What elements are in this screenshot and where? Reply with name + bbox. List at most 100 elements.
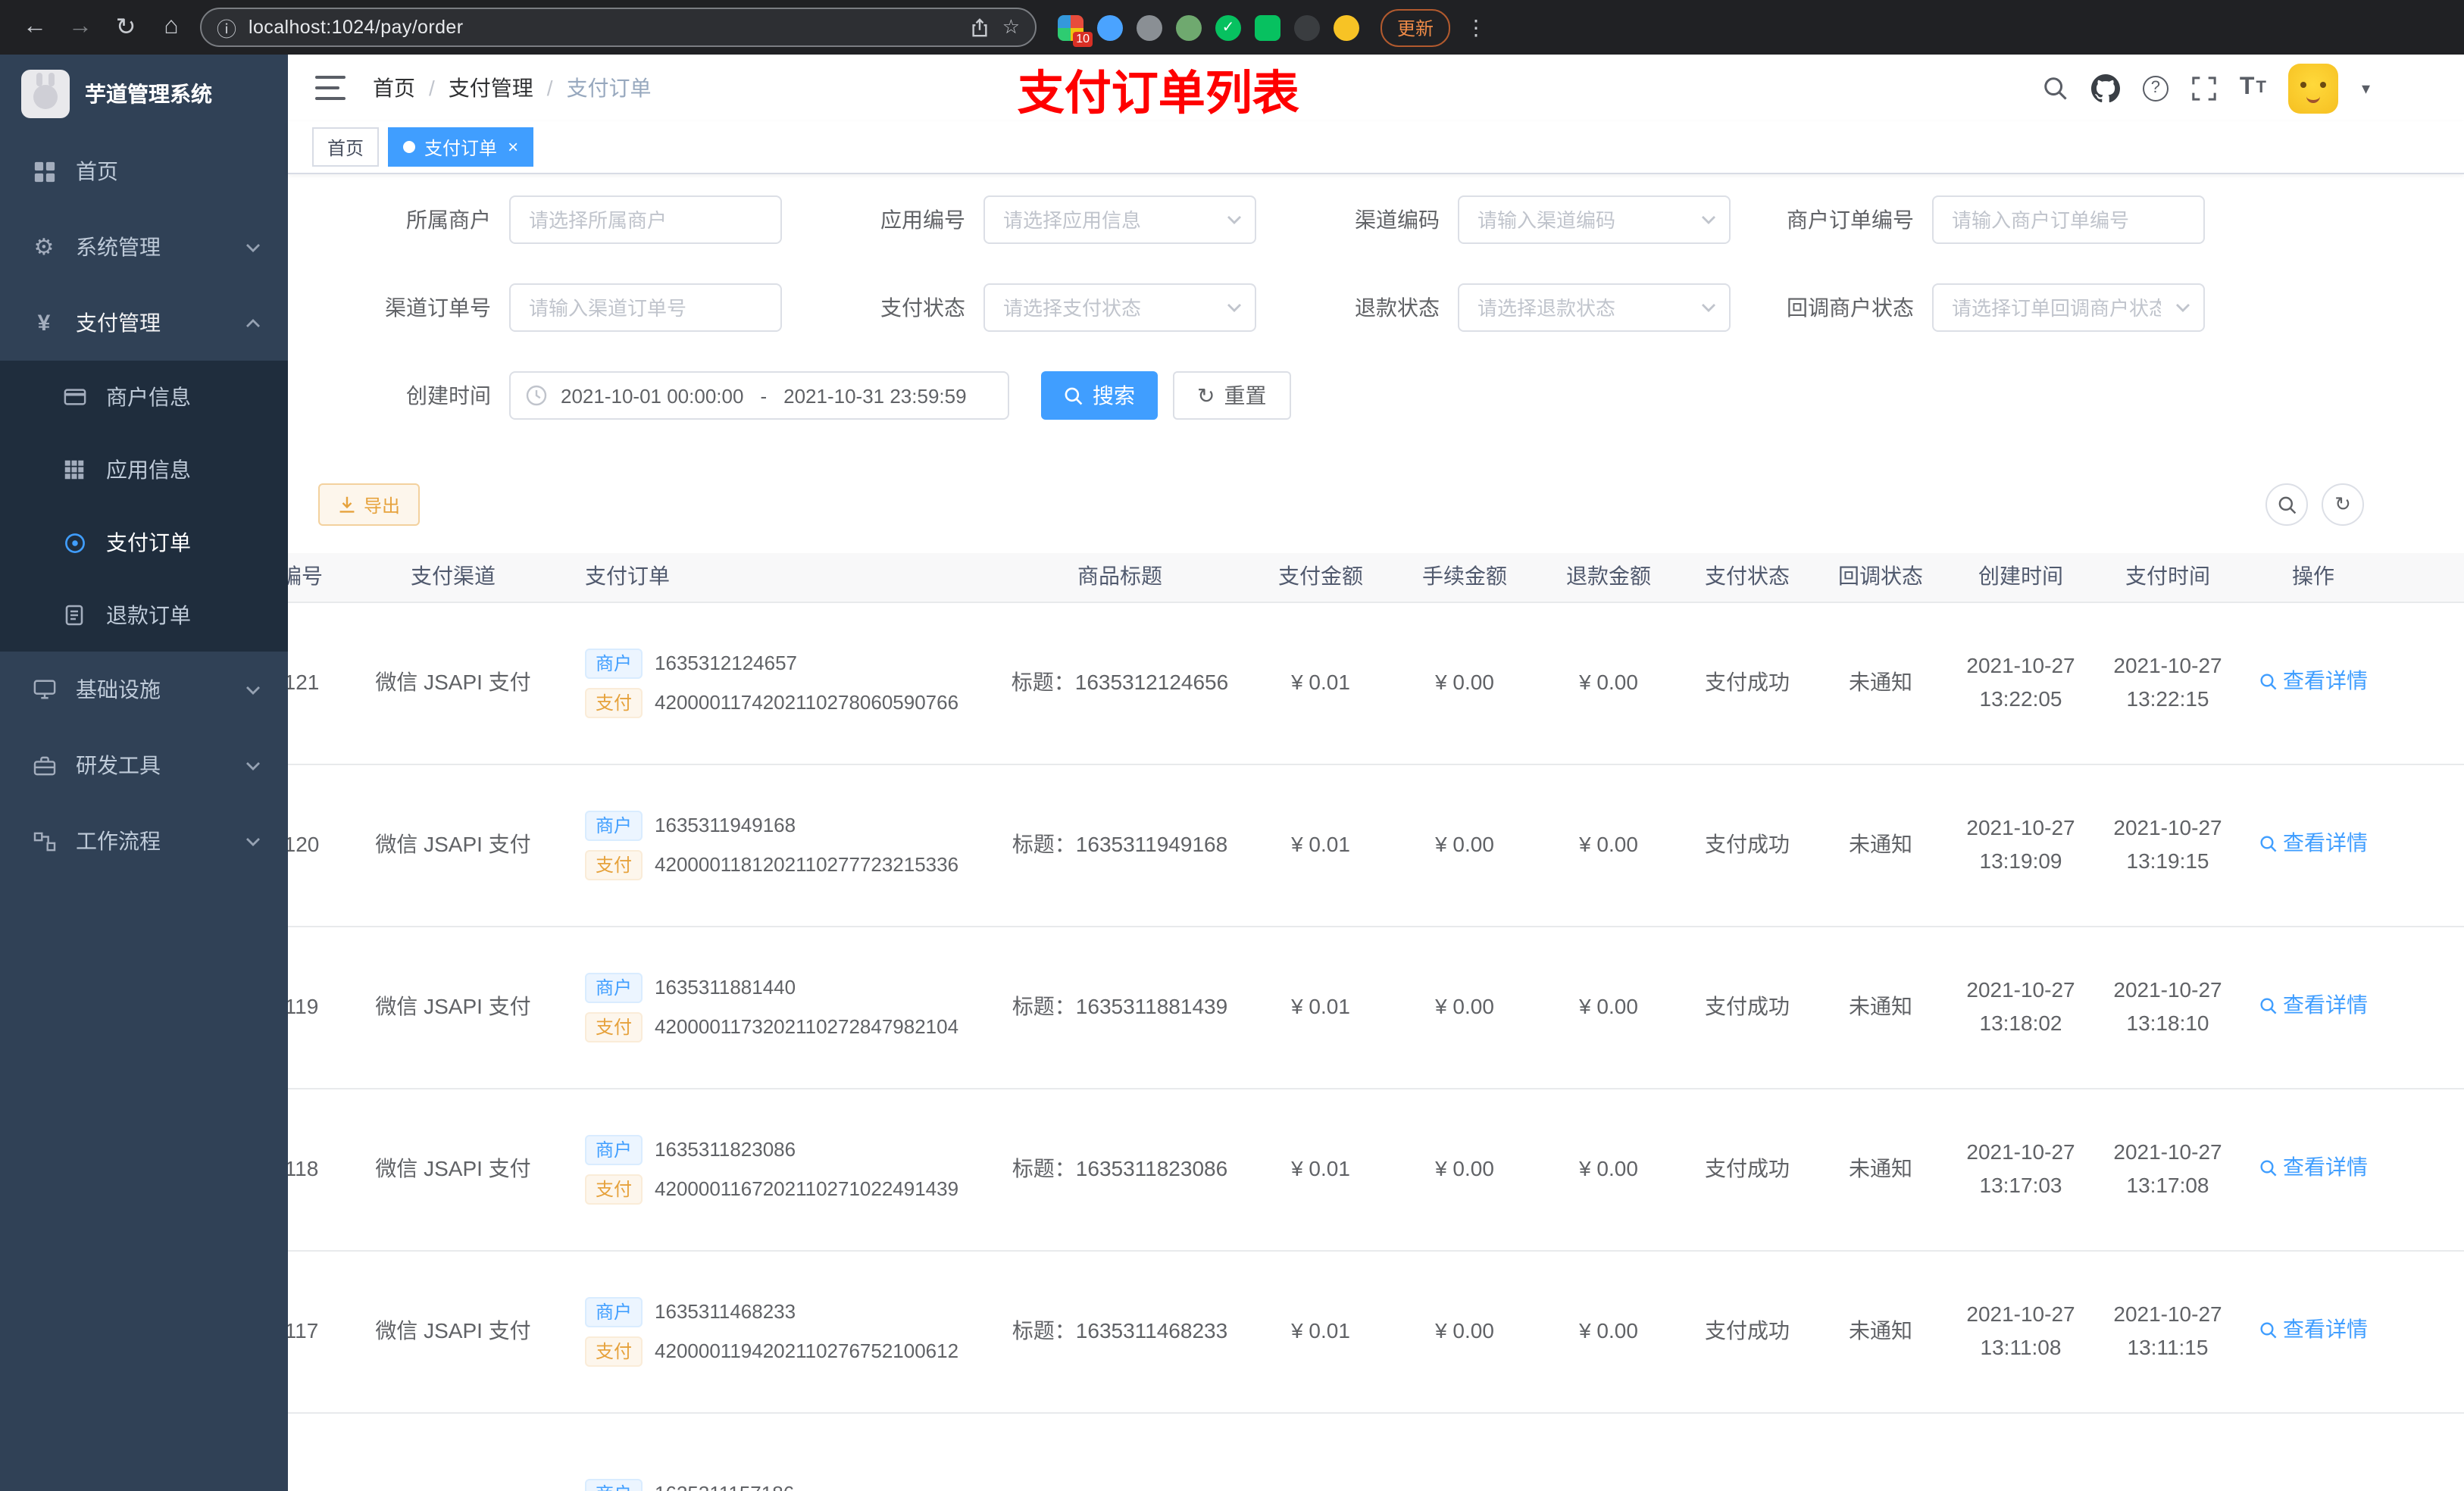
sidebar-item-refund-order[interactable]: 退款订单 — [0, 579, 288, 652]
time-line: 13:17:03 — [1979, 1173, 2062, 1197]
sidebar-item-infra[interactable]: 基础设施 — [0, 652, 288, 727]
share-icon[interactable] — [971, 17, 990, 37]
merchant-no: 1635312124657 — [655, 652, 798, 675]
view-detail-link[interactable]: 查看详情 — [2259, 827, 2368, 860]
tab-pay-order[interactable]: 支付订单 × — [388, 127, 534, 167]
user-avatar[interactable] — [2288, 63, 2339, 113]
cell-pay-time: 2021-10-27 13:22:15 — [2094, 651, 2241, 717]
document-icon — [61, 605, 88, 626]
export-button[interactable]: 导出 — [318, 483, 421, 526]
breadcrumb-section[interactable]: 支付管理 — [449, 73, 533, 103]
cell-channel: 微信 JSAPI 支付 — [375, 994, 531, 1019]
cell-fee: ¥ 0.00 — [1435, 1156, 1494, 1181]
merchant-input[interactable] — [509, 195, 782, 244]
view-detail-link[interactable]: 查看详情 — [2259, 1314, 2368, 1346]
browser-back-icon[interactable]: ← — [18, 11, 52, 44]
pay-status-select[interactable] — [983, 283, 1256, 332]
filter-create-time: 创建时间 2021-10-01 00:00:00 - 2021-10-31 23… — [318, 371, 1009, 420]
table-row: 117 微信 JSAPI 支付 商户 1635311468233 支付 420000… — [288, 1252, 2464, 1414]
breadcrumb-home[interactable]: 首页 — [373, 73, 415, 103]
app-select[interactable] — [983, 195, 1256, 244]
extension-pin-icon[interactable] — [1294, 14, 1320, 40]
filter-label: 商户订单编号 — [1787, 208, 1914, 232]
sidebar-item-home[interactable]: 首页 — [0, 133, 288, 209]
site-info-icon[interactable]: ⓘ — [217, 13, 236, 42]
merchant-order-no-input[interactable] — [1932, 195, 2205, 244]
cell-channel: 微信 JSAPI 支付 — [375, 832, 531, 857]
hamburger-icon[interactable] — [315, 76, 346, 100]
cell-pay-status: 支付成功 — [1705, 1156, 1790, 1181]
reset-button[interactable]: ↻ 重置 — [1173, 371, 1291, 420]
extension-green-icon[interactable] — [1176, 14, 1202, 40]
avatar-caret-icon[interactable]: ▾ — [2362, 78, 2370, 98]
cell-id: 117 — [288, 1318, 319, 1343]
font-size-icon[interactable]: TT — [2240, 74, 2266, 102]
date-end: 2021-10-31 23:59:59 — [783, 384, 967, 407]
date-line: 2021-10-27 — [1966, 653, 2075, 678]
filter-label: 回调商户状态 — [1787, 295, 1914, 320]
view-detail-link[interactable]: 查看详情 — [2259, 989, 2368, 1022]
cell-fee: ¥ 0.00 — [1435, 670, 1494, 695]
time-line: 13:22:15 — [2126, 686, 2209, 711]
refund-status-select[interactable] — [1458, 283, 1731, 332]
sidebar-item-pay-order[interactable]: 支付订单 — [0, 506, 288, 579]
cell-amount: ¥ 0.01 — [1291, 994, 1350, 1019]
address-bar[interactable]: ⓘ localhost:1024/pay/order ☆ — [200, 8, 1037, 47]
active-dot — [403, 141, 416, 153]
chevron-down-icon — [245, 760, 261, 771]
pay-no: 4200001194202110276752100612 — [655, 1339, 959, 1361]
browser-menu-icon[interactable]: ⋮ — [1465, 14, 1487, 40]
tab-home[interactable]: 首页 — [312, 127, 380, 167]
sidebar-item-workflow[interactable]: 工作流程 — [0, 803, 288, 879]
browser-forward-icon[interactable]: → — [64, 11, 97, 44]
cell-pay-order: 商户 1635311157186 — [567, 1471, 991, 1491]
browser-home-icon[interactable]: ⌂ — [155, 11, 188, 44]
cell-notify-status: 未通知 — [1849, 1156, 1912, 1181]
extension-avatar-icon[interactable] — [1334, 14, 1359, 40]
date-range-picker[interactable]: 2021-10-01 00:00:00 - 2021-10-31 23:59:5… — [509, 371, 1009, 420]
filter-row-1: 所属商户 应用编号 渠道编码 商户订单编号 — [318, 195, 2440, 244]
extension-wechat-icon[interactable] — [1255, 14, 1280, 40]
sidebar-item-devtools[interactable]: 研发工具 — [0, 727, 288, 803]
search-icon[interactable] — [2043, 75, 2068, 101]
sidebar-item-label: 退款订单 — [106, 603, 191, 627]
extension-check-icon[interactable]: ✓ — [1215, 14, 1241, 40]
filter-refund-status: 退款状态 — [1267, 283, 1731, 332]
extension-gray-icon[interactable] — [1137, 14, 1162, 40]
sidebar-item-system[interactable]: ⚙ 系统管理 — [0, 209, 288, 285]
chevron-down-icon — [245, 836, 261, 846]
sidebar-item-merchant-info[interactable]: 商户信息 — [0, 361, 288, 433]
view-detail-link[interactable]: 查看详情 — [2259, 665, 2368, 698]
filter-channel-code: 渠道编码 — [1267, 195, 1731, 244]
bookmark-star-icon[interactable]: ☆ — [1002, 15, 1020, 39]
browser-update-button[interactable]: 更新 — [1381, 8, 1451, 46]
notify-status-select[interactable] — [1932, 283, 2205, 332]
refresh-icon: ↻ — [2334, 492, 2351, 515]
cell-id: 120 — [288, 832, 320, 857]
sidebar-item-pay[interactable]: ¥ 支付管理 — [0, 285, 288, 361]
close-icon[interactable]: × — [508, 138, 518, 156]
search-button[interactable]: 搜索 — [1041, 371, 1158, 420]
date-line: 2021-10-27 — [1966, 977, 2075, 1002]
cell-fee: ¥ 0.00 — [1435, 832, 1494, 857]
sidebar-item-app-info[interactable]: 应用信息 — [0, 433, 288, 506]
cell-pay-time: 2021-10-27 13:11:15 — [2094, 1299, 2241, 1365]
view-detail-link[interactable]: 查看详情 — [2259, 1152, 2368, 1184]
browser-reload-icon[interactable]: ↻ — [109, 11, 142, 44]
help-icon[interactable]: ? — [2142, 75, 2169, 101]
col-header-status: 支付状态 — [1705, 564, 1790, 589]
filter-channel-order-no: 渠道订单号 — [318, 283, 782, 332]
extensions-puzzle-icon[interactable]: 10 — [1058, 14, 1093, 46]
channel-order-no-input[interactable] — [509, 283, 782, 332]
cell-amount: ¥ 0.01 — [1291, 832, 1350, 857]
toggle-search-button[interactable] — [2265, 483, 2308, 526]
fullscreen-icon[interactable] — [2191, 75, 2217, 101]
table-header: 编号 支付渠道 支付订单 商品标题 支付金额 手续金额 退款金额 支付状态 回调… — [288, 553, 2464, 603]
channel-code-select[interactable] — [1458, 195, 1731, 244]
tab-label: 支付订单 — [424, 137, 498, 158]
cell-pay-order: 商户 1635311468233 支付 4200001194202110276752… — [567, 1290, 991, 1374]
extension-drop-icon[interactable] — [1097, 14, 1123, 40]
gear-icon: ⚙ — [33, 235, 55, 261]
refresh-table-button[interactable]: ↻ — [2322, 483, 2364, 526]
github-icon[interactable] — [2090, 73, 2120, 102]
